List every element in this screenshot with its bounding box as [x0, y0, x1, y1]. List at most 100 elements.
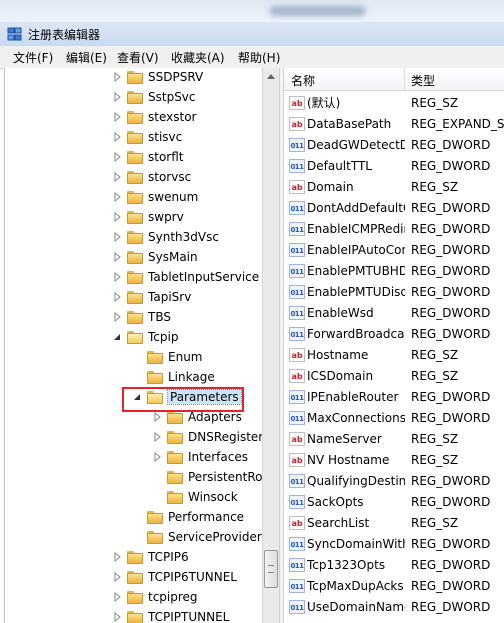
expand-arrow-icon[interactable] — [113, 287, 123, 307]
expand-arrow-icon[interactable] — [153, 447, 163, 467]
folder-icon — [127, 570, 143, 584]
column-name-header[interactable]: 名称 — [291, 72, 315, 89]
value-row[interactable]: ab SearchList REG_SZ — [284, 512, 504, 533]
expand-arrow-icon[interactable] — [113, 587, 123, 607]
tree-item-label: Adapters — [188, 410, 242, 424]
menu-file[interactable]: 文件(F) — [13, 49, 53, 66]
value-name: NV Hostname — [307, 452, 390, 467]
value-name: EnablePMTUBHDetect — [307, 263, 405, 278]
scroll-up-button[interactable] — [263, 68, 280, 85]
tree-item[interactable]: TabletInputService — [113, 267, 259, 287]
value-row[interactable]: 011 SackOpts REG_DWORD — [284, 491, 504, 512]
value-row[interactable]: ab NameServer REG_SZ — [284, 428, 504, 449]
collapse-arrow-icon[interactable] — [113, 327, 123, 347]
expand-arrow-icon[interactable] — [113, 227, 123, 247]
value-row[interactable]: ab Domain REG_SZ — [284, 176, 504, 197]
value-row[interactable]: 011 IPEnableRouter REG_DWORD — [284, 386, 504, 407]
value-row[interactable]: 011SyncDomainWithMembership REG_DWORD — [284, 533, 504, 554]
tree-item[interactable]: SysMain — [113, 247, 198, 267]
expand-arrow-icon[interactable] — [113, 207, 123, 227]
expand-arrow-icon[interactable] — [113, 107, 123, 127]
tree-item[interactable]: TapiSrv — [113, 287, 191, 307]
tree-item[interactable]: TBS — [113, 307, 171, 327]
tree-item-label: TCPIP6 — [148, 550, 189, 564]
expand-arrow-icon[interactable] — [113, 147, 123, 167]
tree-item[interactable]: PersistentRoutes — [153, 467, 263, 487]
value-row[interactable]: 011EnablePMTUDiscovery REG_DWORD — [284, 281, 504, 302]
value-row[interactable]: 011DontAddDefaultGatewayDefault REG_DWORD — [284, 197, 504, 218]
value-row[interactable]: 011EnableICMPRedirect REG_DWORD — [284, 218, 504, 239]
tree-item[interactable]: stisvc — [113, 127, 182, 147]
tree-item[interactable]: DNSRegisteredAdapters — [153, 427, 263, 447]
expand-arrow-icon[interactable] — [113, 607, 123, 623]
tree-scrollbar[interactable] — [262, 68, 280, 623]
menu-view[interactable]: 查看(V) — [117, 49, 159, 66]
value-row[interactable]: ab (默认) REG_SZ — [284, 92, 504, 113]
tree-item[interactable]: SSDPSRV — [113, 68, 203, 87]
tree-item[interactable]: TCPIP6TUNNEL — [113, 567, 237, 587]
value-type: REG_DWORD — [411, 137, 491, 152]
value-row[interactable]: 011EnableIPAutoConfigurationLimits REG_DW… — [284, 239, 504, 260]
value-row[interactable]: 011EnablePMTUBHDetect REG_DWORD — [284, 260, 504, 281]
tree-item-label: swenum — [148, 190, 199, 204]
expand-arrow-icon[interactable] — [113, 68, 123, 87]
value-row[interactable]: 011 EnableWsd REG_DWORD — [284, 302, 504, 323]
tree-item[interactable]: SstpSvc — [113, 87, 196, 107]
tree-item[interactable]: stexstor — [113, 107, 196, 127]
value-row[interactable]: 011 Tcp1323Opts REG_DWORD — [284, 554, 504, 575]
dword-value-icon: 011 — [289, 137, 305, 152]
tree-item[interactable]: ServiceProvider — [133, 527, 262, 547]
tree-item-label: SSDPSRV — [148, 70, 204, 84]
expand-arrow-icon[interactable] — [113, 267, 123, 287]
tree-item[interactable]: Performance — [133, 507, 244, 527]
expand-arrow-icon[interactable] — [113, 567, 123, 587]
value-type: REG_DWORD — [411, 263, 491, 278]
value-row[interactable]: 011MaxConnectionsPerServer REG_DWORD — [284, 407, 504, 428]
tree-item[interactable]: TCPIP6 — [113, 547, 189, 567]
folder-icon — [167, 470, 183, 484]
value-row[interactable]: 011QualifyingDestinationThreshold REG_DWO… — [284, 470, 504, 491]
value-row[interactable]: 011 DefaultTTL REG_DWORD — [284, 155, 504, 176]
tree-item[interactable]: swprv — [113, 207, 184, 227]
expand-arrow-icon[interactable] — [153, 427, 163, 447]
tree-item[interactable]: storflt — [113, 147, 184, 167]
tree-item[interactable]: Linkage — [133, 367, 215, 387]
value-row[interactable]: 011ForwardBroadcasts REG_DWORD — [284, 323, 504, 344]
expand-arrow-icon[interactable] — [113, 167, 123, 187]
expand-arrow-icon[interactable] — [113, 547, 123, 567]
tree-item[interactable]: Enum — [133, 347, 202, 367]
value-row[interactable]: ab DataBasePath REG_EXPAND_SZ — [284, 113, 504, 134]
menu-help[interactable]: 帮助(H) — [238, 49, 280, 66]
column-type-header[interactable]: 类型 — [411, 72, 435, 89]
expand-arrow-icon[interactable] — [113, 127, 123, 147]
value-name: DeadGWDetectDefault — [307, 137, 405, 152]
tree-item[interactable]: Winsock — [153, 487, 238, 507]
menu-edit[interactable]: 编辑(E) — [66, 49, 107, 66]
folder-icon — [127, 550, 143, 564]
expand-arrow-icon[interactable] — [113, 187, 123, 207]
expand-arrow-icon[interactable] — [113, 247, 123, 267]
tree-item-label: SysMain — [148, 250, 198, 264]
scroll-thumb[interactable] — [264, 550, 278, 588]
tree-item[interactable]: Interfaces — [153, 447, 248, 467]
tree-item-label: SstpSvc — [148, 90, 196, 104]
tree-item[interactable]: swenum — [113, 187, 198, 207]
dword-value-icon: 011 — [289, 200, 305, 215]
registry-key-tree[interactable]: SSDPSRV SstpSvc stexstor stisvc storflt storv… — [4, 68, 263, 623]
value-name: NameServer — [307, 431, 382, 446]
tree-item[interactable]: Synth3dVsc — [113, 227, 219, 247]
value-row[interactable]: 011 TcpMaxDupAcks REG_DWORD — [284, 575, 504, 596]
value-row[interactable]: 011DeadGWDetectDefault REG_DWORD — [284, 134, 504, 155]
value-row[interactable]: ab ICSDomain REG_SZ — [284, 365, 504, 386]
tree-item[interactable]: Tcpip — [113, 327, 178, 347]
tree-item[interactable]: tcpipreg — [113, 587, 198, 607]
menu-favorites[interactable]: 收藏夹(A) — [171, 49, 225, 66]
value-row[interactable]: 011UseDomainNameDevolution REG_DWORD — [284, 596, 504, 617]
expand-arrow-icon[interactable] — [113, 87, 123, 107]
value-row[interactable]: ab NV Hostname REG_SZ — [284, 449, 504, 470]
tree-item[interactable]: storvsc — [113, 167, 191, 187]
window-title: 注册表编辑器 — [28, 28, 101, 42]
expand-arrow-icon[interactable] — [113, 307, 123, 327]
tree-item[interactable]: TCPIPTUNNEL — [113, 607, 229, 623]
value-row[interactable]: ab Hostname REG_SZ — [284, 344, 504, 365]
